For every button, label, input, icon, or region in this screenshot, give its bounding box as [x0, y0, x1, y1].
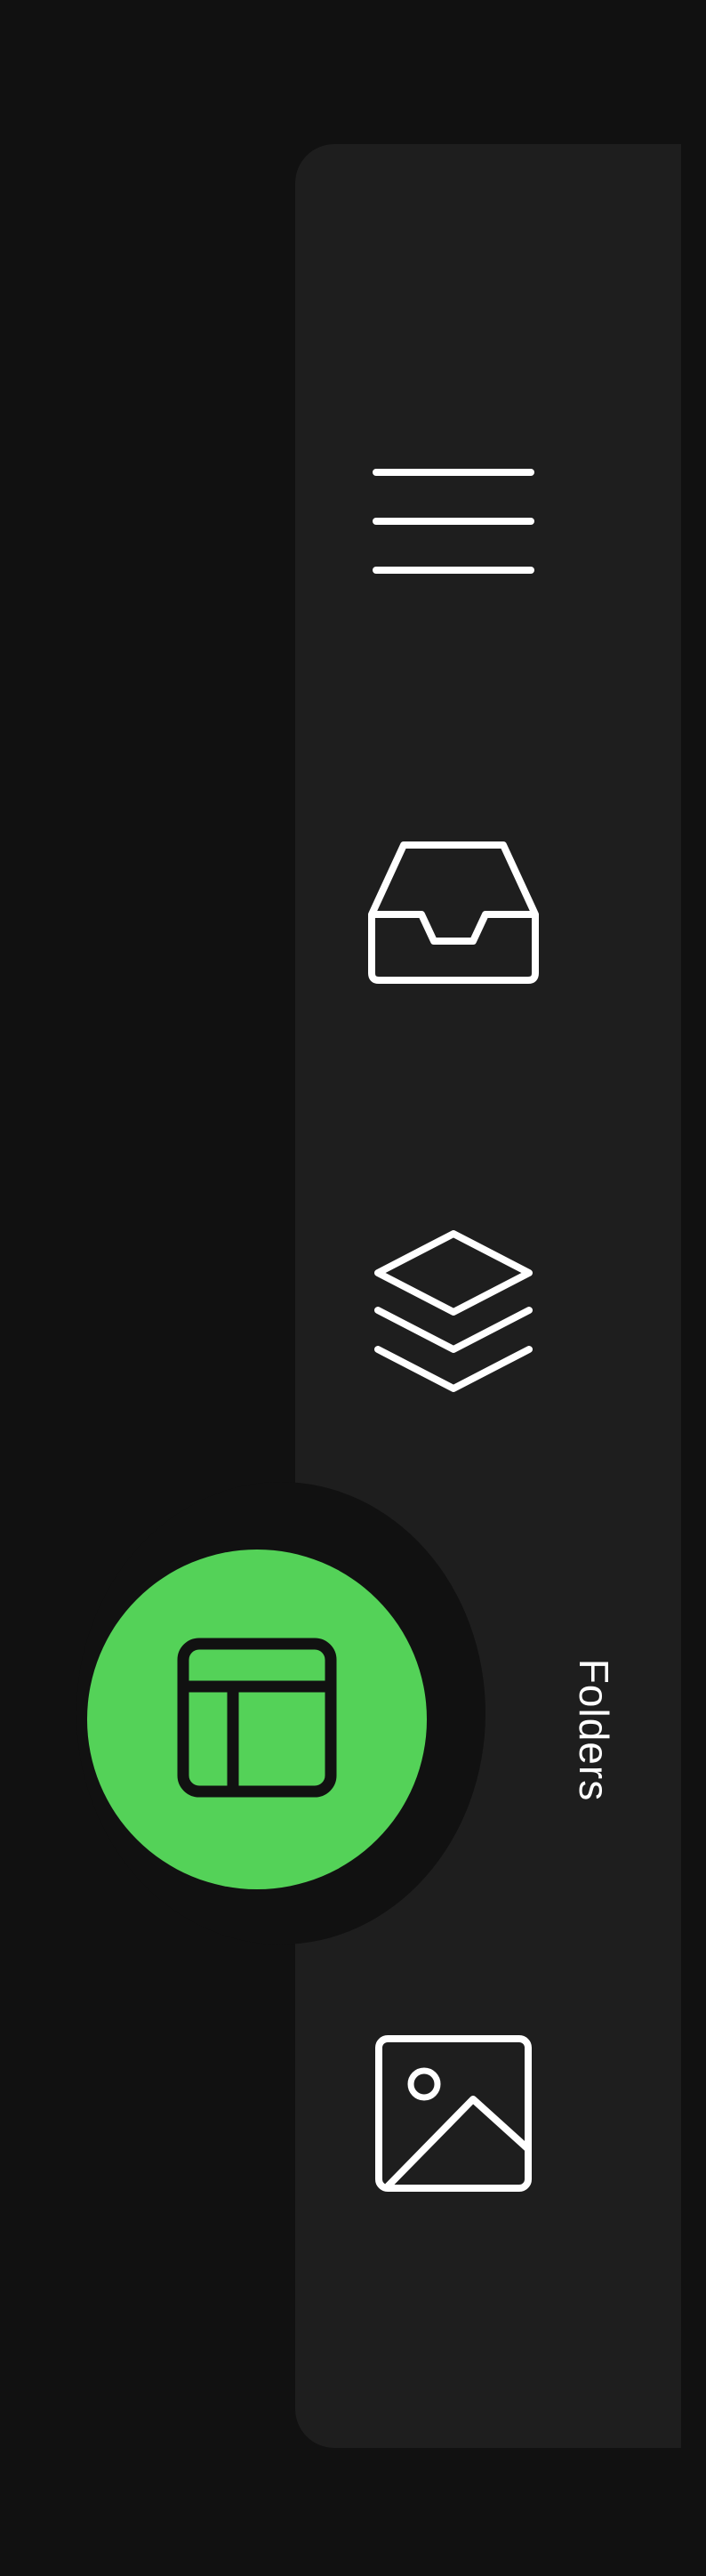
- app-stage: Folders: [0, 0, 706, 2576]
- inbox-icon: [366, 840, 541, 986]
- image-icon: [375, 2035, 532, 2192]
- active-item-label: Folders: [571, 1658, 617, 1802]
- nav-item-layers[interactable]: [347, 1206, 560, 1420]
- layout-icon: [176, 1637, 338, 1803]
- nav-item-folders[interactable]: [87, 1550, 427, 1889]
- nav-item-inbox[interactable]: [347, 806, 560, 1019]
- menu-icon: [373, 463, 534, 579]
- nav-item-menu[interactable]: [347, 415, 560, 628]
- layers-icon: [371, 1228, 536, 1397]
- nav-item-gallery[interactable]: [347, 2007, 560, 2220]
